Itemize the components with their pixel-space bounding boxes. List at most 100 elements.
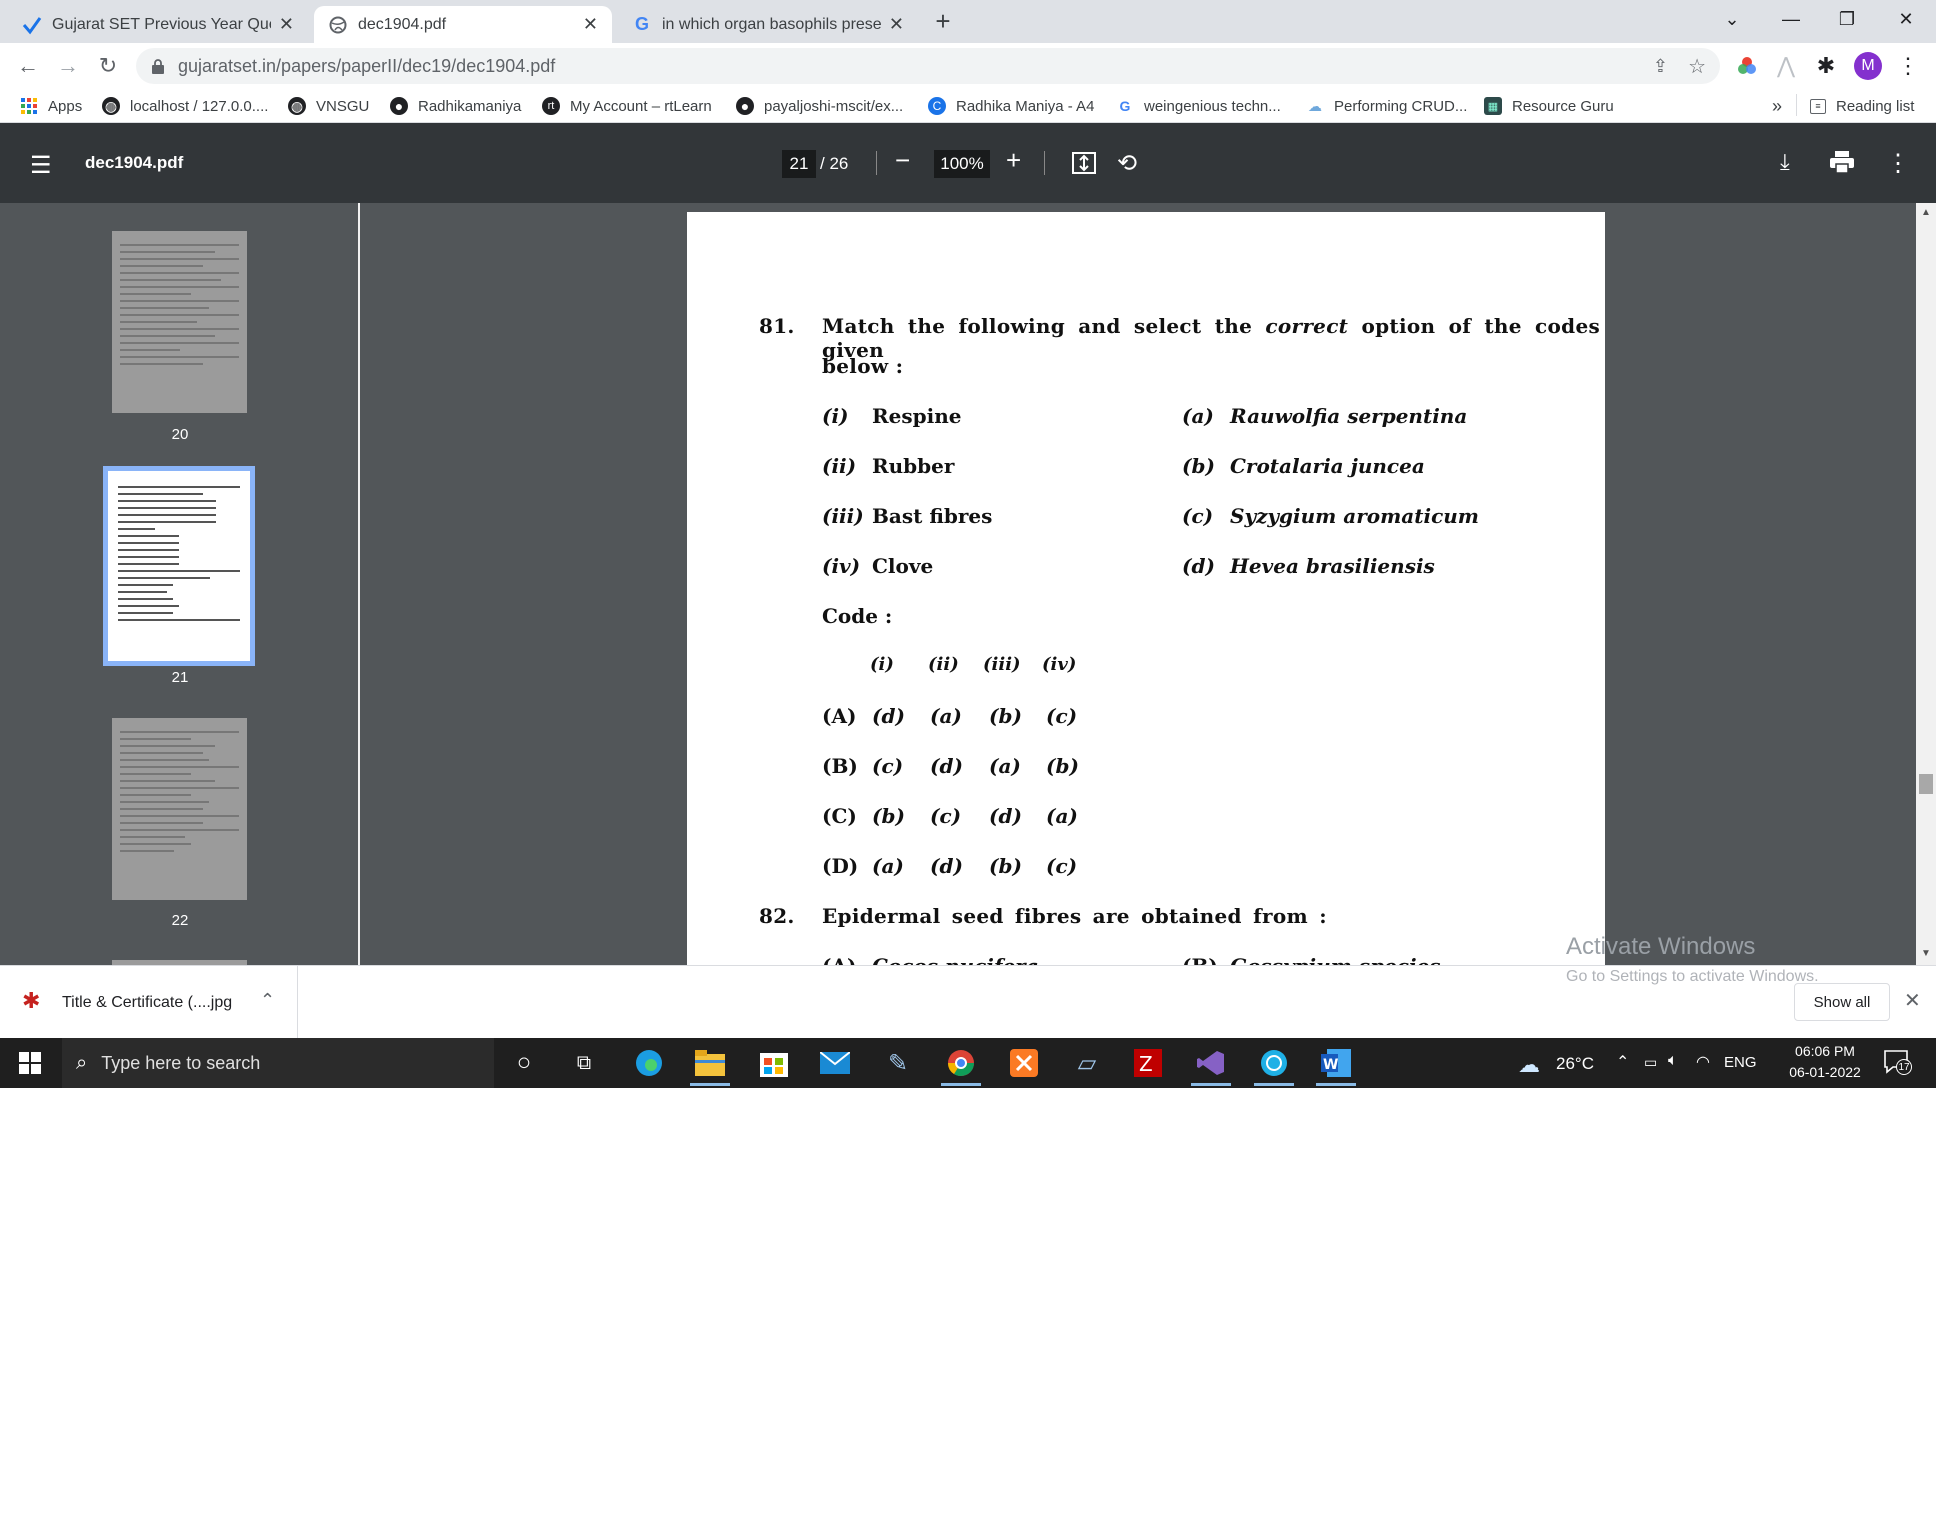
bookmark-vnsgu[interactable]: ◍ VNSGU (288, 94, 369, 118)
answer-option: (C) (822, 804, 857, 828)
bookmark-label: weingenious techn... (1144, 97, 1281, 115)
page-thumbnail-20[interactable] (112, 231, 247, 413)
tab-search-chevron-icon[interactable]: ⌄ (1704, 0, 1760, 38)
zoom-input[interactable]: 100% (934, 150, 990, 178)
bookmark-radhikamaniya[interactable]: ● Radhikamaniya (390, 94, 521, 118)
share-icon[interactable]: ⇪ (1653, 56, 1668, 77)
bookmark-label: Performing CRUD... (1334, 97, 1468, 115)
fit-page-icon[interactable] (1072, 152, 1096, 179)
new-tab-button[interactable]: + (928, 6, 958, 36)
globe-icon (328, 15, 348, 35)
close-tab-icon[interactable]: ✕ (279, 14, 294, 35)
more-options-icon[interactable]: ⋮ (1886, 149, 1910, 178)
profile-avatar[interactable]: M (1851, 49, 1885, 83)
filezilla-icon[interactable]: Z (1124, 1044, 1172, 1082)
bookmark-apps[interactable]: Apps (20, 94, 82, 118)
viewer-scrollbar[interactable]: ▲ ▼ (1916, 203, 1936, 965)
wifi-icon[interactable]: ◠ (1696, 1052, 1710, 1072)
show-hidden-icons-icon[interactable]: ⌃ (1616, 1052, 1629, 1072)
clock-date[interactable]: 06-01-2022 (1780, 1064, 1870, 1080)
extension-a-icon[interactable]: ⋀ (1769, 49, 1803, 83)
taskbar-search-box[interactable]: ⌕ Type here to search (62, 1038, 494, 1088)
weather-temp[interactable]: 26°C (1556, 1054, 1594, 1074)
svg-text:W: W (1323, 1057, 1338, 1073)
notification-center-icon[interactable]: 17 (1884, 1050, 1912, 1075)
scroll-up-arrow-icon[interactable]: ▲ (1921, 207, 1931, 218)
tab-pdf[interactable]: dec1904.pdf ✕ (314, 6, 612, 43)
show-all-button[interactable]: Show all (1794, 983, 1890, 1021)
color-wheel-extension-icon[interactable] (1730, 49, 1764, 83)
minimize-button[interactable]: — (1763, 0, 1819, 38)
zoom-in-icon[interactable]: + (1006, 145, 1021, 176)
zoom-out-icon[interactable]: − (895, 145, 910, 176)
bookmark-resource-guru[interactable]: ▦ Resource Guru (1484, 94, 1614, 118)
back-arrow-icon[interactable]: ← (11, 49, 45, 83)
address-bar[interactable]: gujaratset.in/papers/paperII/dec19/dec19… (136, 48, 1720, 84)
task-view-icon[interactable]: ⧉ (560, 1044, 608, 1082)
close-tab-icon[interactable]: ✕ (583, 14, 598, 35)
xampp-icon[interactable] (1000, 1044, 1048, 1082)
chrome-icon[interactable] (937, 1044, 985, 1086)
match-left-num: (i) (822, 404, 849, 428)
tab-google-search[interactable]: G in which organ basophils present ✕ (618, 6, 918, 43)
thumbnail-label: 20 (171, 426, 189, 443)
bookmark-localhost[interactable]: ◍ localhost / 127.0.0.... (102, 94, 268, 118)
notepad-icon[interactable]: ▱ (1063, 1044, 1111, 1082)
page-thumbnail-21[interactable] (103, 466, 255, 666)
bookmark-star-icon[interactable]: ☆ (1688, 54, 1706, 79)
bookmark-crud[interactable]: ☁ Performing CRUD... (1306, 94, 1467, 118)
code-cell: (b) (1046, 754, 1079, 778)
edge-icon[interactable] (625, 1044, 673, 1082)
tab-title: Gujarat SET Previous Year Questio (52, 15, 271, 33)
cortana-icon[interactable]: ○ (500, 1044, 548, 1082)
match-left-item: Rubber (872, 454, 955, 478)
mail-icon[interactable] (811, 1044, 859, 1082)
scroll-down-arrow-icon[interactable]: ▼ (1921, 948, 1931, 959)
clock-app-icon[interactable] (1250, 1044, 1298, 1086)
bookmark-radhika-a4[interactable]: C Radhika Maniya - A4 (928, 94, 1094, 118)
visual-studio-icon[interactable] (1187, 1044, 1235, 1086)
language-indicator[interactable]: ENG (1724, 1054, 1757, 1071)
page-number-input[interactable]: 21 (782, 150, 816, 178)
bookmarks-overflow-button[interactable]: » (1772, 94, 1782, 118)
question-number: 81. (759, 314, 795, 338)
menu-hamburger-icon[interactable]: ☰ (30, 151, 52, 180)
windows-start-icon[interactable] (6, 1044, 54, 1082)
globe-icon: ◍ (102, 97, 120, 115)
close-downloads-icon[interactable]: ✕ (1904, 988, 1921, 1013)
download-item[interactable]: ✱ Title & Certificate (....jpg ⌃ (0, 966, 298, 1038)
pdf-viewer[interactable]: 81. Match the following and select the c… (360, 203, 1936, 965)
weather-cloud-icon[interactable]: ☁ (1518, 1052, 1540, 1078)
microsoft-store-icon[interactable] (750, 1044, 798, 1082)
chrome-menu-icon[interactable]: ⋮ (1891, 49, 1925, 83)
volume-icon[interactable]: 🔈︎ (1668, 1052, 1678, 1070)
bookmark-weingenious[interactable]: Gweingenious techn... (1116, 94, 1281, 118)
answer-option: (A) (822, 704, 857, 728)
chevron-up-icon[interactable]: ⌃ (260, 990, 275, 1011)
close-window-button[interactable]: ✕ (1878, 0, 1934, 38)
puzzle-extensions-icon[interactable]: ✱ (1809, 49, 1843, 83)
download-icon[interactable]: ⤓ (1780, 149, 1790, 175)
forward-arrow-icon[interactable]: → (51, 49, 85, 83)
page-thumbnail-22[interactable] (112, 718, 247, 900)
file-explorer-icon[interactable] (686, 1044, 734, 1086)
restore-button[interactable]: ❐ (1819, 0, 1875, 38)
bookmark-payaljoshi[interactable]: ● payaljoshi-mscit/ex... (736, 94, 903, 118)
code-cell: (a) (930, 704, 962, 728)
word-icon[interactable]: W (1312, 1044, 1360, 1086)
print-icon[interactable] (1830, 151, 1854, 178)
bookmark-rtlearn[interactable]: rt My Account – rtLearn (542, 94, 712, 118)
reading-list-button[interactable]: ≡ Reading list (1810, 94, 1914, 118)
rotate-icon[interactable]: ⟲ (1117, 149, 1137, 178)
tab-gujarat-set[interactable]: Gujarat SET Previous Year Questio ✕ (8, 6, 308, 43)
code-cell: (d) (930, 854, 963, 878)
clock-time[interactable]: 06:06 PM (1784, 1043, 1866, 1059)
paint-icon[interactable]: ✎ (874, 1044, 922, 1082)
viewer-scroll-thumb[interactable] (1919, 774, 1933, 794)
divider (1796, 94, 1797, 116)
match-right-num: (a) (1182, 404, 1214, 428)
close-tab-icon[interactable]: ✕ (889, 14, 904, 35)
reload-icon[interactable]: ↻ (91, 49, 125, 83)
bookmark-label: payaljoshi-mscit/ex... (764, 97, 904, 115)
battery-icon[interactable]: ▭ (1644, 1054, 1657, 1071)
